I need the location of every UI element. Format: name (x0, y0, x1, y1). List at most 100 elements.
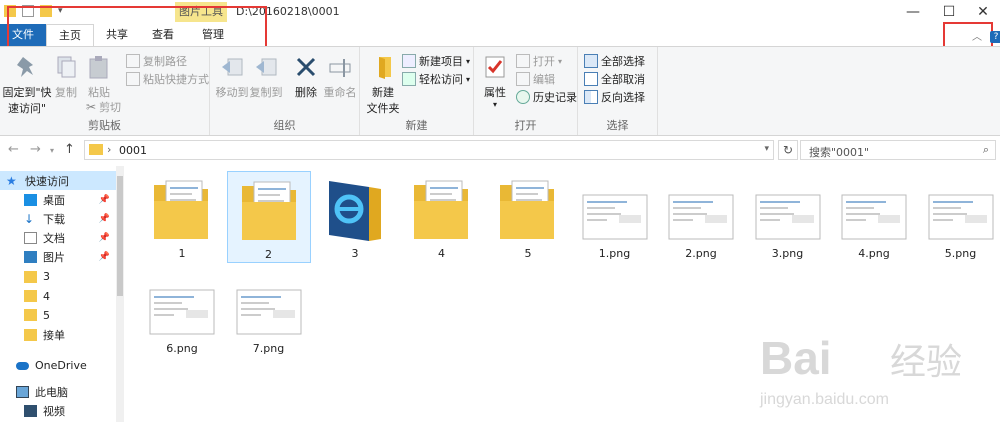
folder-icon (24, 309, 37, 322)
file-name-label: 4 (438, 247, 445, 260)
copy-button[interactable]: 复制 (52, 53, 80, 100)
address-dropdown-icon[interactable]: ▾ (764, 144, 769, 154)
folder-item[interactable]: 3 (313, 171, 397, 263)
delete-button[interactable]: 删除 (292, 53, 320, 100)
paste-button[interactable]: 粘贴 (84, 53, 114, 100)
paste-shortcut-button[interactable]: 粘贴快捷方式 (126, 71, 209, 87)
move-to-button[interactable]: 移动到 (214, 53, 250, 100)
paste-label: 粘贴 (88, 86, 110, 99)
pin-icon (17, 57, 33, 77)
file-name-label: 4.png (858, 247, 890, 260)
documents-icon (24, 232, 37, 245)
cut-button[interactable]: ✂ 剪切 (86, 99, 121, 115)
nav-item[interactable]: 5 (0, 306, 124, 325)
copy-to-button[interactable]: 复制到 (248, 53, 284, 100)
forward-arrow-icon[interactable]: → (30, 142, 41, 157)
invert-selection-label: 反向选择 (601, 91, 645, 104)
nav-item[interactable]: ↓ 下载 📌 (0, 209, 124, 228)
open-label: 打开 (533, 55, 555, 68)
new-folder-label-line1: 新建 (372, 86, 394, 99)
open-button[interactable]: 打开 ▾ (516, 53, 562, 69)
copy-path-button[interactable]: 复制路径 (126, 53, 187, 69)
image-file-item[interactable]: 5.png (919, 171, 1000, 263)
delete-label: 删除 (295, 86, 317, 99)
dropdown-arrow-icon: ▾ (466, 74, 471, 84)
nav-item-onedrive[interactable]: OneDrive (0, 356, 124, 375)
clipboard-group: 固定到"快 速访问" 复制 粘贴 复制路径 粘贴快捷方式 ✂ 剪切 剪贴板 (0, 47, 210, 135)
file-name-label: 1 (178, 247, 186, 260)
file-name-label: 2.png (685, 247, 717, 260)
nav-item[interactable]: 桌面 📌 (0, 190, 124, 209)
image-file-item[interactable]: 1.png (573, 171, 657, 263)
nav-item[interactable]: 4 (0, 287, 124, 306)
pin-icon[interactable]: 📌 (99, 195, 110, 205)
file-name-label: 2 (265, 248, 272, 261)
new-item-button[interactable]: 新建项目 ▾ (402, 53, 470, 69)
nav-item-quick-access[interactable]: ★ 快速访问 (0, 171, 124, 190)
watermark-brand: Bai (760, 332, 832, 384)
up-arrow-icon[interactable]: ↑ (64, 142, 75, 157)
breadcrumb-separator-icon: › (107, 143, 112, 156)
rename-icon (329, 59, 351, 77)
properties-button[interactable]: 属性 ▾ (480, 53, 510, 109)
nav-item-this-pc[interactable]: 此电脑 (0, 382, 124, 401)
help-icon[interactable]: ? (990, 31, 1000, 43)
close-button[interactable]: ✕ (966, 2, 1000, 22)
nav-item[interactable]: 图片 📌 (0, 248, 124, 267)
folder-item[interactable]: 2 (226, 171, 311, 263)
refresh-icon[interactable]: ↻ (778, 140, 798, 160)
open-group: 属性 ▾ 打开 ▾ 编辑 历史记录 打开 (474, 47, 578, 135)
folder-icon (24, 270, 37, 283)
nav-label: OneDrive (35, 359, 87, 372)
nav-item-video[interactable]: 视频 (0, 401, 124, 420)
invert-selection-button[interactable]: 反向选择 (584, 89, 645, 105)
select-all-button[interactable]: 全部选择 (584, 53, 645, 69)
history-button[interactable]: 历史记录 (516, 89, 577, 105)
select-none-button[interactable]: 全部取消 (584, 71, 645, 87)
new-folder-button[interactable]: 新建 文件夹 (364, 53, 402, 116)
organize-group-label: 组织 (273, 119, 296, 132)
folder-icon (329, 181, 381, 241)
paste-shortcut-label: 粘贴快捷方式 (143, 73, 209, 86)
image-file-item[interactable]: 3.png (746, 171, 830, 263)
folder-item[interactable]: 4 (400, 171, 484, 263)
back-arrow-icon[interactable]: ← (8, 142, 19, 157)
maximize-button[interactable]: ☐ (932, 2, 966, 22)
address-bar[interactable]: › 0001 ▾ (84, 140, 774, 160)
pin-icon[interactable]: 📌 (99, 252, 110, 262)
folder-item[interactable]: 1 (140, 171, 224, 263)
new-folder-icon (379, 57, 391, 79)
new-item-label: 新建项目 (419, 55, 463, 68)
pin-quick-access-button[interactable]: 固定到"快 速访问" (2, 53, 52, 116)
image-file-item[interactable]: 6.png (140, 266, 224, 358)
minimize-button[interactable]: — (896, 2, 930, 22)
folder-item[interactable]: 5 (486, 171, 570, 263)
edit-button[interactable]: 编辑 (516, 71, 555, 87)
rename-button[interactable]: 重命名 (322, 53, 358, 100)
folder-icon (413, 180, 468, 239)
breadcrumb-current[interactable]: 0001 (119, 144, 147, 157)
collapse-ribbon-icon[interactable]: ︿ (972, 28, 982, 43)
search-input[interactable]: 搜索"0001" ⌕ (800, 140, 996, 160)
image-thumbnail-icon (755, 194, 820, 240)
invert-selection-icon (584, 90, 598, 104)
copy-path-label: 复制路径 (143, 55, 187, 68)
new-group: 新建 文件夹 新建项目 ▾ 轻松访问 ▾ 新建 (360, 47, 474, 135)
image-file-item[interactable]: 4.png (832, 171, 916, 263)
recent-locations-dropdown-icon[interactable]: ▾ (50, 146, 54, 155)
pin-label-line1: 固定到"快 (2, 86, 52, 99)
pin-icon[interactable]: 📌 (99, 233, 110, 243)
easy-access-button[interactable]: 轻松访问 ▾ (402, 71, 470, 87)
nav-item[interactable]: 文档 📌 (0, 229, 124, 248)
image-file-item[interactable]: 2.png (659, 171, 743, 263)
nav-scrollbar-thumb[interactable] (117, 176, 123, 296)
image-file-item[interactable]: 7.png (227, 266, 311, 358)
open-group-label: 打开 (514, 119, 537, 132)
image-thumbnail-icon (149, 289, 215, 335)
nav-scrollbar[interactable] (116, 166, 124, 422)
nav-label: 快速访问 (25, 174, 69, 188)
select-group: 全部选择 全部取消 反向选择 选择 (578, 47, 658, 135)
nav-item[interactable]: 3 (0, 267, 124, 286)
pin-icon[interactable]: 📌 (99, 214, 110, 224)
nav-item[interactable]: 接单 (0, 325, 124, 344)
